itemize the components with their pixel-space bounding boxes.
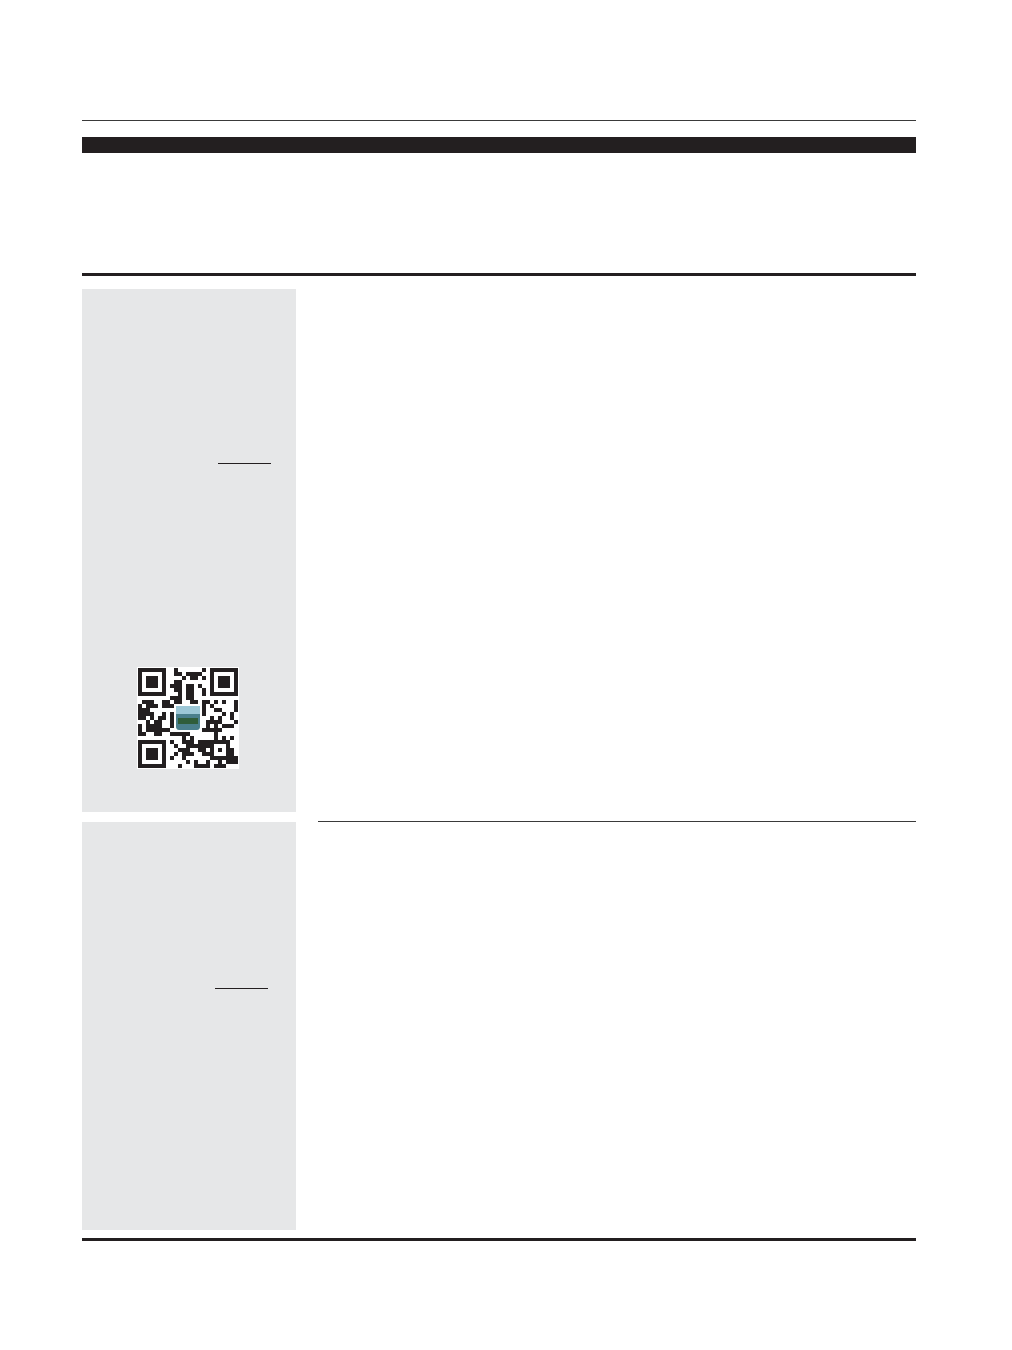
header-thin-rule xyxy=(82,120,916,121)
qr-code-icon xyxy=(137,667,239,769)
header-heavy-rule xyxy=(82,137,916,153)
footer-rule xyxy=(82,1238,916,1241)
header-bottom-rule xyxy=(82,273,916,276)
fill-in-blank-line xyxy=(218,463,271,464)
section-divider xyxy=(318,821,916,822)
sidebar-panel-2 xyxy=(82,822,296,1230)
fill-in-blank-line xyxy=(215,988,268,989)
